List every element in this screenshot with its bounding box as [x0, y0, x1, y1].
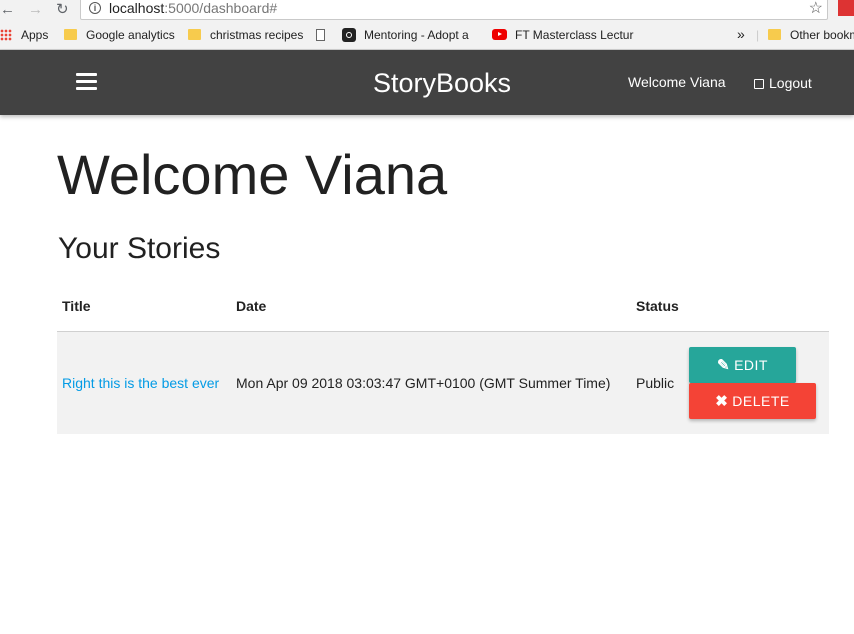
table-row: Right this is the best ever Mon Apr 09 2…	[57, 332, 829, 434]
bookmark-label: Other bookm	[790, 28, 854, 42]
bookmark-label: Mentoring - Adopt a	[364, 28, 469, 42]
browser-address-bar-row: ← → ↻ i localhost:5000/dashboard# ☆	[0, 0, 854, 22]
folder-icon	[64, 29, 77, 40]
bookmark-star-icon[interactable]: ☆	[809, 0, 823, 18]
section-title: Your Stories	[58, 232, 221, 265]
story-status: Public	[636, 375, 675, 391]
youtube-icon	[492, 29, 507, 40]
bookmark-mentoring[interactable]: Mentoring - Adopt a	[342, 28, 469, 42]
url-text: localhost:5000/dashboard#	[109, 0, 277, 16]
bookmark-label: FT Masterclass Lectur	[515, 28, 634, 42]
close-icon: ✖	[715, 393, 729, 410]
reload-icon[interactable]: ↻	[56, 1, 69, 19]
brand-logo[interactable]: StoryBooks	[373, 68, 511, 98]
url-host: localhost	[109, 0, 165, 16]
story-date: Mon Apr 09 2018 03:03:47 GMT+0100 (GMT S…	[236, 375, 611, 391]
info-icon[interactable]: i	[89, 2, 101, 14]
bookmark-label: Google analytics	[86, 28, 175, 42]
delete-label: Delete	[732, 393, 790, 409]
nav-welcome-link[interactable]: Welcome Viana	[628, 74, 726, 90]
page-title: Welcome Viana	[57, 143, 448, 206]
logout-label: Logout	[769, 75, 812, 91]
bookmark-christmas-recipes[interactable]: christmas recipes	[188, 28, 303, 42]
bookmark-apps[interactable]: Apps	[0, 28, 48, 42]
bookmarks-divider: |	[756, 28, 760, 42]
back-icon[interactable]: ←	[0, 1, 15, 19]
bookmark-label: christmas recipes	[210, 28, 304, 42]
folder-icon	[188, 29, 201, 40]
url-input[interactable]: i localhost:5000/dashboard# ☆	[80, 0, 828, 20]
story-title-link[interactable]: Right this is the best ever	[62, 375, 219, 391]
bookmark-other[interactable]: Other bookm	[768, 28, 854, 42]
bookmark-ft-masterclass[interactable]: FT Masterclass Lectur	[492, 28, 633, 42]
logout-link[interactable]: Logout	[754, 75, 812, 91]
bookmarks-bar: Apps Google analytics christmas recipes …	[0, 22, 854, 50]
forward-icon[interactable]: →	[28, 1, 43, 19]
instagram-icon	[342, 28, 356, 42]
delete-button[interactable]: ✖ Delete	[689, 383, 816, 419]
bookmark-label: Apps	[21, 28, 49, 42]
logout-icon	[754, 79, 764, 89]
folder-icon	[768, 29, 781, 40]
column-header-date: Date	[236, 298, 267, 314]
bookmarks-overflow-chevron-icon[interactable]: »	[737, 27, 745, 41]
pencil-icon: ✎	[717, 357, 731, 374]
extension-icon[interactable]	[838, 0, 854, 16]
table-header: Title Date Status	[57, 283, 829, 332]
page-icon	[316, 29, 325, 41]
stories-table: Title Date Status Right this is the best…	[57, 283, 829, 434]
bookmark-google-analytics[interactable]: Google analytics	[64, 28, 175, 42]
app-navbar: StoryBooks Welcome Viana Logout	[0, 50, 854, 115]
apps-grid-icon	[0, 29, 12, 41]
column-header-status: Status	[636, 298, 679, 314]
column-header-title: Title	[62, 298, 91, 314]
edit-label: Edit	[734, 357, 768, 373]
url-path: :5000/dashboard#	[164, 0, 278, 16]
bookmark-page[interactable]	[316, 28, 335, 42]
edit-button[interactable]: ✎ Edit	[689, 347, 796, 383]
